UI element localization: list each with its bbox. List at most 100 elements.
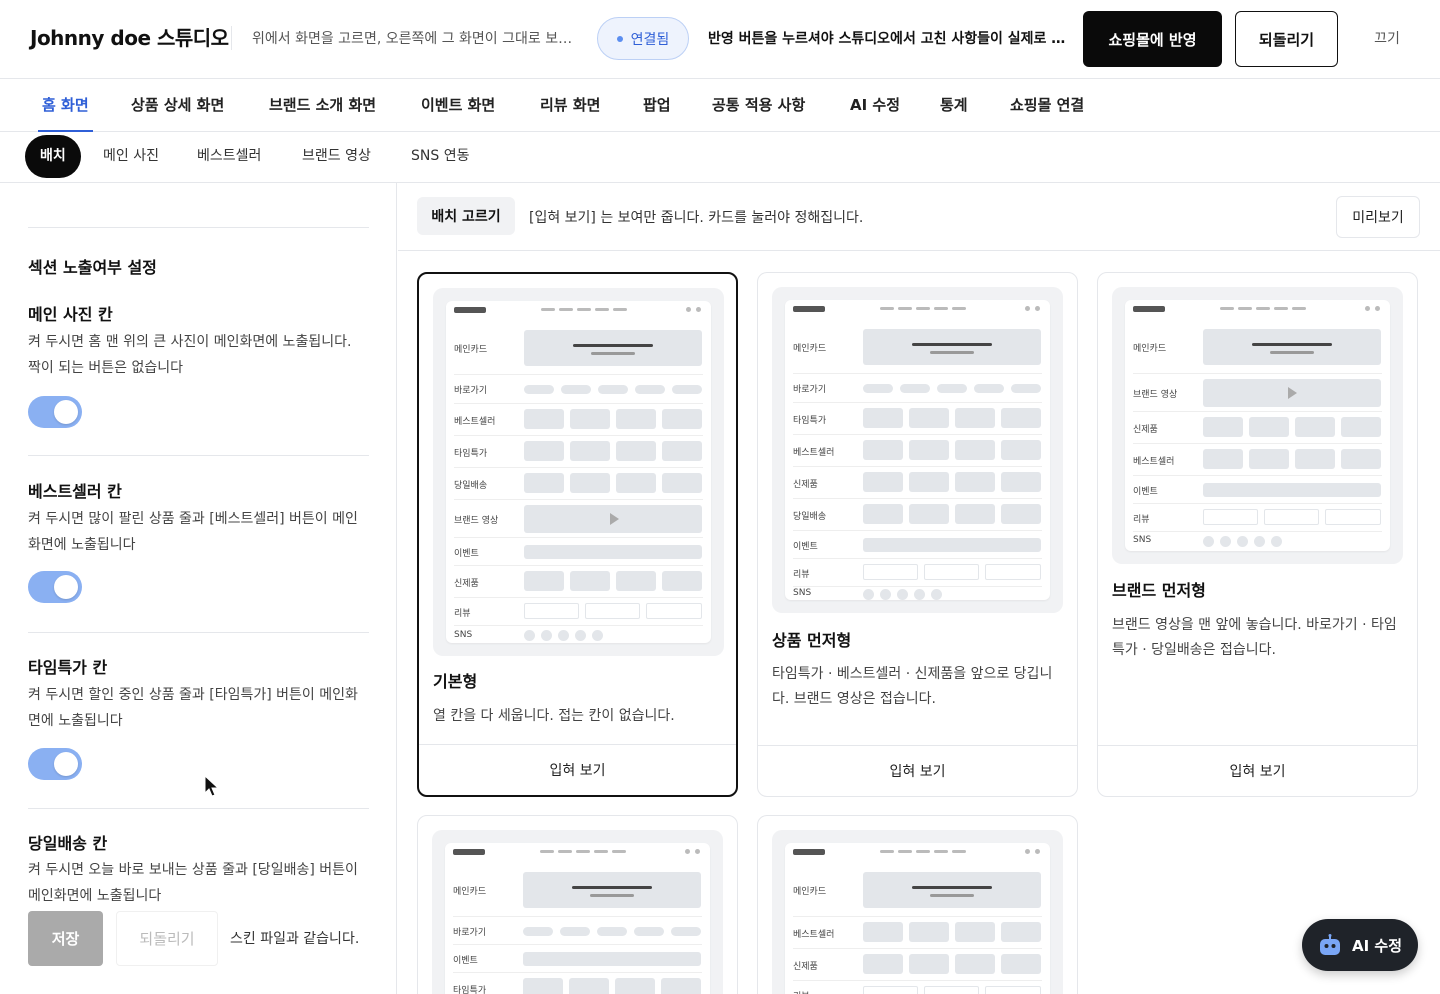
mock-row-label: 이벤트 — [1133, 487, 1158, 497]
mock-screen: 메인카드 바로가기 베스트셀러 타임특가 당일배송 브랜드 영상 이벤트 신제품… — [446, 301, 711, 643]
mock-tile — [616, 409, 656, 429]
mock-tile — [909, 472, 949, 492]
mock-tile — [524, 441, 564, 461]
mock-dot — [1365, 306, 1370, 311]
subtab-main-photo[interactable]: 메인 사진 — [103, 135, 159, 178]
layout-card-basic[interactable]: 메인카드 바로가기 베스트셀러 타임특가 당일배송 브랜드 영상 이벤트 신제품… — [417, 272, 738, 797]
mock-dot — [1035, 306, 1040, 311]
save-button[interactable]: 저장 — [28, 911, 103, 966]
mock-row: 신제품 — [793, 948, 1042, 980]
settings-revert-button[interactable]: 되돌리기 — [116, 911, 218, 966]
play-icon — [1288, 387, 1297, 399]
mock-row-label: 베스트셀러 — [1133, 457, 1175, 467]
toggle-main-photo[interactable] — [28, 396, 82, 428]
mock-tile — [909, 922, 949, 942]
tab-product-detail[interactable]: 상품 상세 화면 — [131, 79, 224, 132]
layout-card-4[interactable]: 메인카드 바로가기 이벤트 타임특가 — [417, 815, 738, 994]
tab-home[interactable]: 홈 화면 — [38, 79, 93, 132]
header-divider — [231, 26, 232, 50]
ai-edit-fab[interactable]: AI 수정 — [1302, 919, 1418, 971]
mock-nav — [898, 850, 912, 853]
mock-circle — [897, 589, 908, 600]
mock-pill — [863, 384, 893, 393]
mock-tile — [955, 472, 995, 492]
mock-row-label: 이벤트 — [453, 956, 478, 966]
layout-card-product-first[interactable]: 메인카드 바로가기 타임특가 베스트셀러 신제품 당일배송 이벤트 리뷰 SNS… — [757, 272, 1078, 797]
mock-tile — [616, 473, 656, 493]
mock-box — [985, 986, 1041, 994]
connection-status-badge[interactable]: 연결됨 — [597, 17, 689, 60]
mock-row-label: 브랜드 영상 — [454, 516, 499, 526]
tab-common[interactable]: 공통 적용 사항 — [712, 79, 805, 132]
mock-circle — [914, 589, 925, 600]
mock-nav — [898, 307, 912, 310]
header-hint: 위에서 화면을 고르면, 오른쪽에 그 화면이 그대로 보입니다 — [252, 31, 582, 47]
mock-row-label: 당일배송 — [454, 481, 488, 491]
mock-row: 이벤트 — [453, 944, 702, 972]
mock-nav — [559, 308, 573, 311]
mock-row: 타임특가 — [793, 402, 1042, 434]
toggle-bestseller[interactable] — [28, 571, 82, 603]
mock-circle — [524, 630, 535, 641]
setting-title-main-photo: 메인 사진 칸 — [28, 305, 113, 324]
revert-button[interactable]: 되돌리기 — [1235, 11, 1338, 67]
subtab-brand-video[interactable]: 브랜드 영상 — [302, 135, 371, 178]
mock-row: 타임특가 — [454, 435, 703, 467]
mock-pill — [672, 385, 702, 394]
mock-box — [924, 564, 979, 580]
layout-card-desc: 열 칸을 다 세웁니다. 접는 칸이 없습니다. — [433, 708, 675, 724]
mock-line — [1252, 343, 1332, 346]
mock-tile — [662, 409, 702, 429]
mock-tile — [1001, 472, 1041, 492]
mock-tile — [570, 441, 610, 461]
apply-preview-button[interactable]: 입혀 보기 — [758, 745, 1077, 796]
mock-line — [572, 886, 652, 889]
mock-row: 브랜드 영상 — [454, 499, 703, 537]
subtab-layout[interactable]: 배치 — [25, 135, 81, 178]
mock-circle — [880, 589, 891, 600]
mock-block — [523, 872, 701, 908]
apply-to-shop-button[interactable]: 쇼핑몰에 반영 — [1083, 11, 1222, 67]
mouse-cursor-icon — [204, 775, 220, 797]
mock-row: 리뷰 — [793, 558, 1042, 586]
tab-shop-connect[interactable]: 쇼핑몰 연결 — [1010, 79, 1084, 132]
mock-nav — [595, 308, 609, 311]
mock-nav — [916, 850, 930, 853]
mock-pill — [524, 385, 554, 394]
mock-logo — [453, 849, 485, 855]
tab-popup[interactable]: 팝업 — [643, 79, 671, 132]
tab-stats[interactable]: 통계 — [940, 79, 968, 132]
tab-brand-intro[interactable]: 브랜드 소개 화면 — [269, 79, 376, 132]
subtab-bestseller[interactable]: 베스트셀러 — [197, 135, 261, 178]
preview-button[interactable]: 미리보기 — [1336, 196, 1420, 238]
mock-tile — [662, 441, 702, 461]
mock-pill — [1011, 384, 1041, 393]
mock-row-label: 타임특가 — [793, 416, 827, 426]
mock-nav — [576, 850, 590, 853]
mock-tile — [1249, 449, 1289, 469]
subtab-sns[interactable]: SNS 연동 — [411, 135, 469, 178]
turn-off-button[interactable]: 끄기 — [1360, 28, 1414, 48]
mock-nav — [880, 850, 894, 853]
mock-line — [590, 894, 634, 897]
layout-thumbnail: 메인카드 바로가기 베스트셀러 타임특가 당일배송 브랜드 영상 이벤트 신제품… — [433, 288, 724, 656]
tab-review[interactable]: 리뷰 화면 — [540, 79, 600, 132]
mock-nav — [1238, 307, 1252, 310]
layout-card-5[interactable]: 메인카드 베스트셀러 신제품 — [757, 815, 1078, 994]
layout-select-chip: 배치 고르기 — [417, 197, 515, 235]
apply-preview-button[interactable]: 입혀 보기 — [419, 744, 736, 795]
layout-card-brand-first[interactable]: 메인카드 브랜드 영상 신제품 베스트셀러 이벤트 리뷰 SNS 브랜드 먼저형… — [1097, 272, 1418, 797]
mock-tile — [1203, 449, 1243, 469]
mock-circle — [1237, 536, 1248, 547]
tab-ai-edit[interactable]: AI 수정 — [850, 79, 900, 132]
mock-row: 리뷰 — [454, 597, 703, 625]
mock-nav — [540, 850, 554, 853]
mock-row: 메인카드 — [453, 865, 702, 915]
mock-row-label: 메인카드 — [793, 344, 827, 354]
mock-box — [585, 603, 640, 619]
tab-event[interactable]: 이벤트 화면 — [421, 79, 495, 132]
mock-pill — [671, 927, 701, 936]
toggle-timesale[interactable] — [28, 748, 82, 780]
apply-preview-button[interactable]: 입혀 보기 — [1098, 745, 1417, 796]
mock-tile — [863, 922, 903, 942]
